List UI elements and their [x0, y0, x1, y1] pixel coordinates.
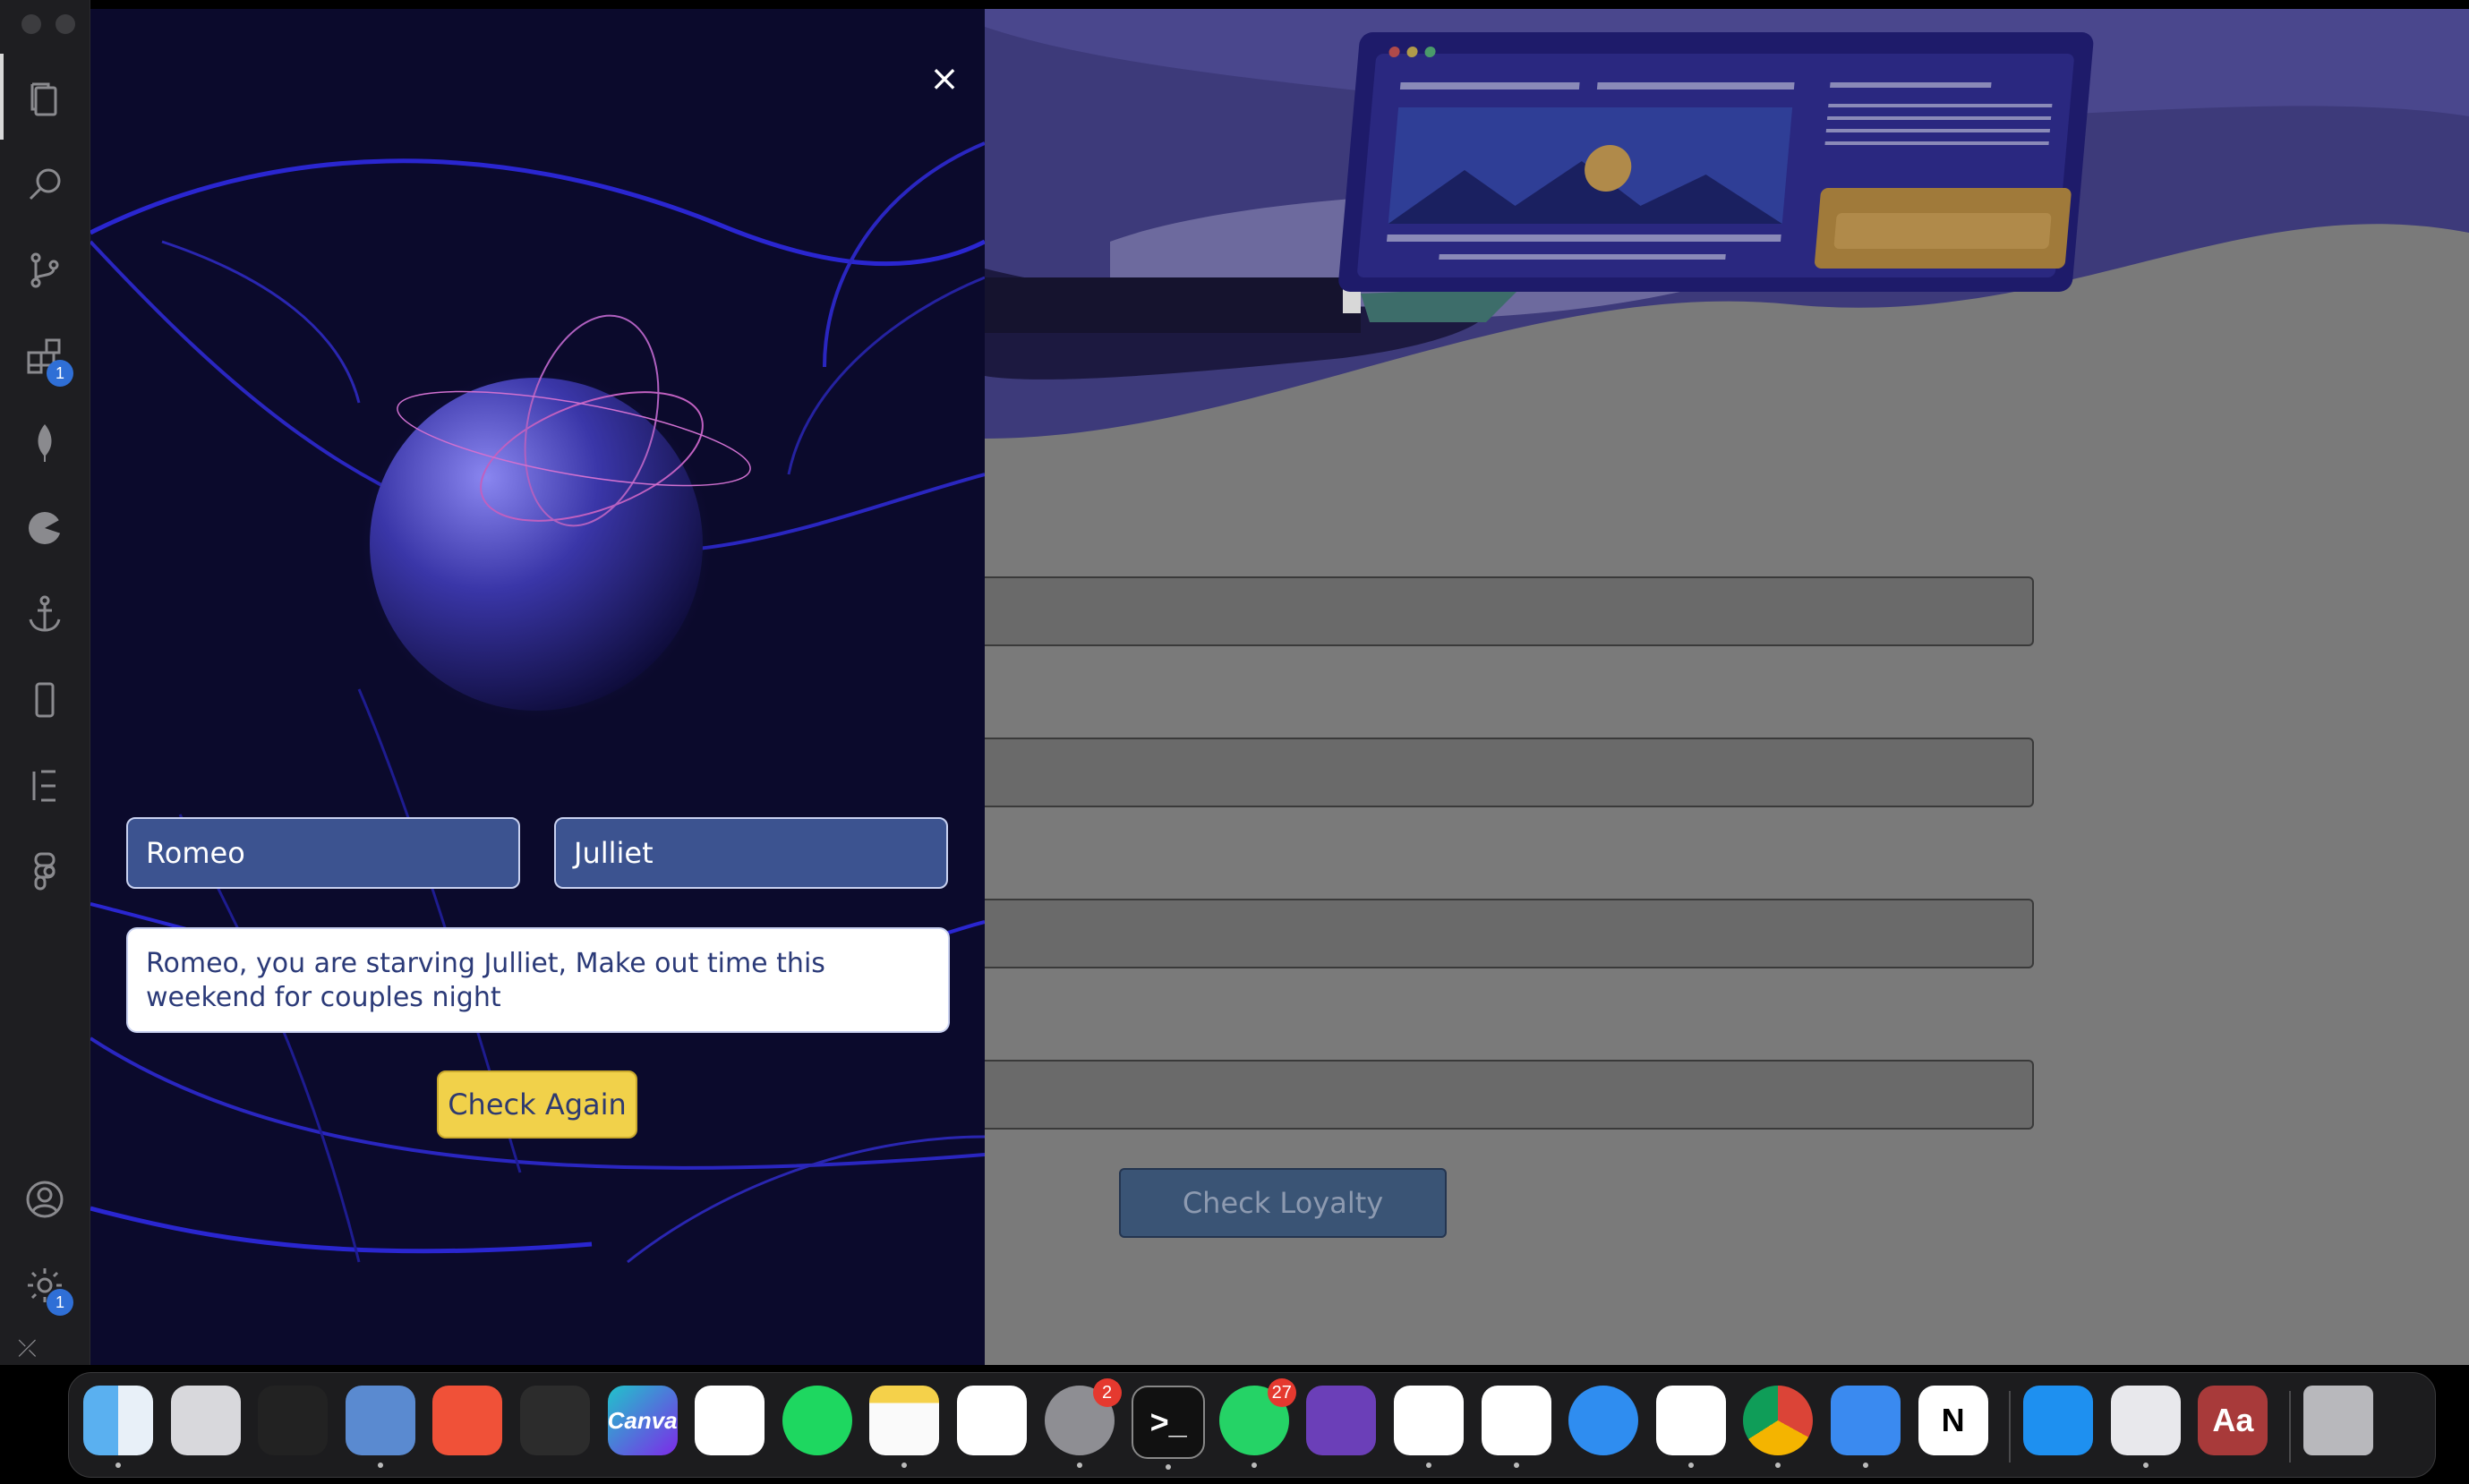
result-modal: × Romeo Julliet Romeo, you are starving … — [90, 9, 985, 1365]
dock-running-indicator — [1687, 1463, 1694, 1468]
files-icon[interactable] — [18, 72, 72, 125]
dock-terminal-icon[interactable]: >_ — [1132, 1386, 1206, 1470]
figma-icon[interactable] — [18, 845, 72, 899]
close-button[interactable]: × — [923, 57, 966, 100]
window-minimize-control[interactable] — [56, 14, 75, 34]
dock-app-label: >_ — [1149, 1403, 1187, 1440]
dock-brave-icon[interactable] — [1481, 1386, 1551, 1468]
dock-running-indicator — [2142, 1463, 2149, 1468]
dock-canva-icon[interactable]: Canva — [608, 1386, 678, 1455]
dock-spotify-icon[interactable] — [782, 1386, 852, 1455]
dock-launchpad-icon[interactable] — [170, 1386, 241, 1455]
dock-running-indicator — [1863, 1463, 1868, 1468]
dock-finder-icon[interactable] — [83, 1386, 153, 1468]
pie-chart-icon[interactable] — [18, 501, 72, 555]
dock-opera-icon[interactable] — [1655, 1386, 1726, 1468]
dock-no-access-icon[interactable] — [345, 1386, 415, 1468]
dock-infuse-icon[interactable] — [695, 1386, 765, 1455]
remote-indicator-icon[interactable]: ⤫ — [18, 1335, 37, 1363]
activity-bar: 1 1 ⤫ — [0, 0, 90, 1365]
dock-running-indicator — [1775, 1463, 1781, 1468]
dock-chrome-icon[interactable] — [1743, 1386, 1814, 1468]
gear-icon[interactable]: 1 — [18, 1258, 73, 1316]
dock-figma-icon[interactable] — [520, 1386, 590, 1455]
dock-dictionary-icon[interactable]: Aa — [2198, 1386, 2268, 1455]
search-icon[interactable] — [18, 158, 72, 211]
dock-swift-icon[interactable] — [432, 1386, 503, 1455]
form-field-2[interactable] — [985, 738, 2034, 807]
dock-running-indicator — [1076, 1463, 1082, 1468]
dock-running-indicator — [377, 1463, 383, 1468]
extensions-badge: 1 — [47, 360, 73, 387]
dock-preview-icon[interactable] — [2110, 1386, 2181, 1468]
active-indicator — [0, 54, 4, 140]
dock-notion-icon[interactable]: N — [1918, 1386, 1988, 1455]
form-field-4[interactable] — [985, 1060, 2034, 1130]
dock-app-store-icon[interactable] — [2023, 1386, 2094, 1455]
dock-running-indicator — [1166, 1464, 1172, 1470]
dock-xcode-instruments-icon[interactable] — [1831, 1386, 1901, 1468]
dock-freeform-icon[interactable] — [957, 1386, 1027, 1455]
result-message: Romeo, you are starving Julliet, Make ou… — [126, 927, 950, 1033]
dock-system-settings-icon[interactable]: 2 — [1044, 1378, 1122, 1468]
window-close-control[interactable] — [21, 14, 41, 34]
extensions-icon[interactable]: 1 — [18, 329, 73, 387]
dock-app-label: Canva — [607, 1406, 678, 1434]
dock-visual-studio-icon[interactable] — [1306, 1386, 1377, 1455]
dock-safari-icon[interactable] — [1568, 1386, 1639, 1455]
hero-illustration — [985, 9, 2469, 510]
dock-running-indicator — [1251, 1463, 1257, 1468]
form-field-3[interactable] — [985, 899, 2034, 968]
settings-badge: 1 — [47, 1289, 73, 1316]
dock-running-indicator — [901, 1463, 908, 1468]
dock-running-indicator — [1426, 1463, 1431, 1468]
dock-vscode-icon[interactable] — [1394, 1386, 1464, 1468]
account-icon[interactable] — [18, 1173, 72, 1226]
network-background — [90, 141, 985, 1264]
dock-notification-badge: 2 — [1092, 1378, 1122, 1407]
dock-notification-badge: 27 — [1267, 1378, 1296, 1407]
form-field-1[interactable] — [985, 576, 2034, 646]
dock-running-indicator — [115, 1463, 121, 1468]
first-name-input[interactable]: Romeo — [126, 817, 520, 889]
dock-app-label: N — [1941, 1402, 1965, 1438]
anchor-icon[interactable] — [18, 587, 72, 641]
dock-running-indicator — [1513, 1463, 1519, 1468]
mongodb-leaf-icon[interactable] — [18, 415, 72, 469]
dock-separator — [2289, 1391, 2291, 1463]
check-loyalty-button[interactable]: Check Loyalty — [1119, 1168, 1447, 1238]
mobile-device-icon[interactable] — [18, 673, 72, 727]
source-control-icon[interactable] — [18, 243, 72, 297]
background-app: Check Loyalty — [985, 9, 2469, 1365]
check-again-button[interactable]: Check Again — [437, 1070, 637, 1139]
elementor-icon[interactable] — [18, 759, 72, 813]
dock-whatsapp-icon[interactable]: 27 — [1218, 1378, 1296, 1468]
dock-notes-icon[interactable] — [869, 1386, 940, 1468]
dock-separator — [2009, 1391, 2012, 1463]
dock-trash-icon[interactable] — [2303, 1386, 2373, 1455]
dock-mission-control-icon[interactable] — [258, 1386, 329, 1455]
second-name-input[interactable]: Julliet — [554, 817, 948, 889]
dock: Canva 2 >_ 27 N Aa — [68, 1372, 2436, 1478]
dock-app-label: Aa — [2212, 1402, 2254, 1438]
